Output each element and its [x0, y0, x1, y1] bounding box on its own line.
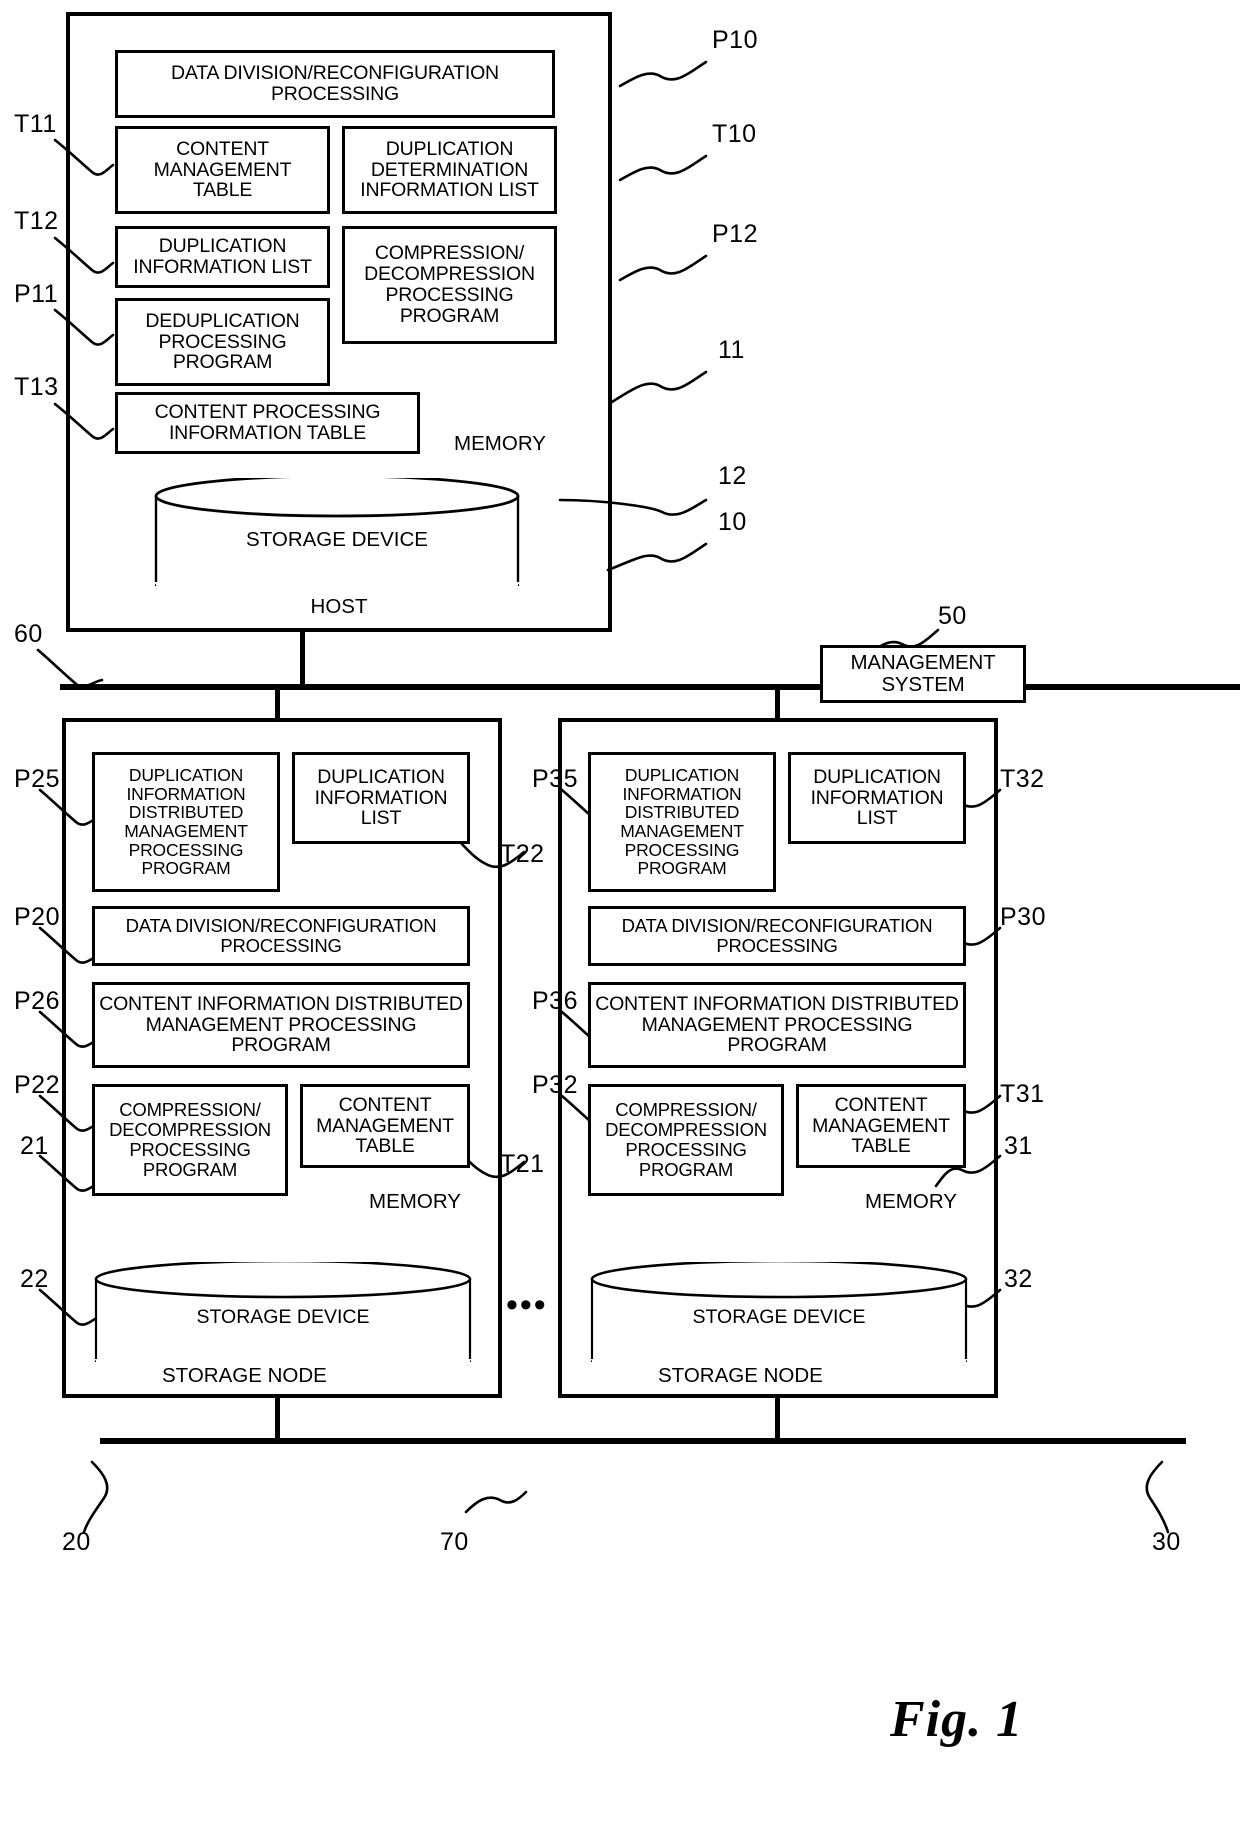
ref-left-storage-node: 20: [62, 1528, 91, 1556]
ref-upper-network: 60: [14, 620, 43, 648]
ref-T12: T12: [14, 207, 59, 235]
right-storage-device: STORAGE DEVICE: [584, 1262, 974, 1362]
right-storage-device-label: STORAGE DEVICE: [692, 1306, 866, 1328]
ref-P26: P26: [14, 987, 60, 1015]
ref-P30: P30: [1000, 903, 1046, 931]
left-block-content-info-dist-mgmt[interactable]: CONTENT INFORMATION DISTRIBUTED MANAGEME…: [92, 982, 470, 1068]
left-node-downlink: [275, 1398, 280, 1440]
right-block-data-division[interactable]: DATA DIVISION/RECONFIGURATION PROCESSING: [588, 906, 966, 966]
management-system-box[interactable]: MANAGEMENT SYSTEM: [820, 645, 1026, 703]
host-block-content-management-table[interactable]: CONTENT MANAGEMENT TABLE: [115, 126, 330, 214]
ref-left-memory: 21: [20, 1132, 49, 1160]
left-node-uplink: [275, 690, 280, 720]
ref-P20: P20: [14, 903, 60, 931]
ref-P11: P11: [14, 280, 59, 308]
ref-host-memory: 11: [718, 336, 745, 364]
left-block-compression-decompression[interactable]: COMPRESSION/ DECOMPRESSION PROCESSING PR…: [92, 1084, 288, 1196]
host-label: HOST: [310, 595, 368, 618]
right-block-content-management-table[interactable]: CONTENT MANAGEMENT TABLE: [796, 1084, 966, 1168]
right-storage-node-label: STORAGE NODE: [658, 1364, 823, 1387]
left-block-duplication-info-dist-mgmt[interactable]: DUPLICATION INFORMATION DISTRIBUTED MANA…: [92, 752, 280, 892]
ref-lower-network: 70: [440, 1528, 469, 1556]
upper-network-bus: [60, 684, 1240, 690]
ref-P25: P25: [14, 765, 60, 793]
right-block-content-info-dist-mgmt[interactable]: CONTENT INFORMATION DISTRIBUTED MANAGEME…: [588, 982, 966, 1068]
ref-P36: P36: [532, 987, 578, 1015]
ref-T11: T11: [14, 110, 57, 138]
ref-host: 10: [718, 508, 747, 536]
ref-right-storage-node: 30: [1152, 1528, 1181, 1556]
left-block-content-management-table[interactable]: CONTENT MANAGEMENT TABLE: [300, 1084, 470, 1168]
ref-P22: P22: [14, 1071, 60, 1099]
right-node-downlink: [775, 1398, 780, 1440]
host-block-deduplication-program[interactable]: DEDUPLICATION PROCESSING PROGRAM: [115, 298, 330, 386]
ref-T10: T10: [712, 120, 757, 148]
right-block-compression-decompression[interactable]: COMPRESSION/ DECOMPRESSION PROCESSING PR…: [588, 1084, 784, 1196]
ref-right-storage-device: 32: [1004, 1265, 1033, 1293]
right-block-duplication-information-list[interactable]: DUPLICATION INFORMATION LIST: [788, 752, 966, 844]
ref-P32: P32: [532, 1071, 578, 1099]
left-block-data-division[interactable]: DATA DIVISION/RECONFIGURATION PROCESSING: [92, 906, 470, 966]
left-storage-device-label: STORAGE DEVICE: [196, 1306, 370, 1328]
right-memory-label: MEMORY: [865, 1190, 957, 1213]
ref-P10: P10: [712, 26, 758, 54]
left-storage-node-label: STORAGE NODE: [162, 1364, 327, 1387]
host-block-compression-decompression-program[interactable]: COMPRESSION/ DECOMPRESSION PROCESSING PR…: [342, 226, 557, 344]
nodes-continuation-ellipsis: •••: [506, 1286, 548, 1324]
ref-T21: T21: [500, 1150, 545, 1178]
right-node-uplink: [775, 690, 780, 720]
host-memory-label: MEMORY: [454, 432, 546, 455]
ref-P35: P35: [532, 765, 578, 793]
host-block-duplication-information-list[interactable]: DUPLICATION INFORMATION LIST: [115, 226, 330, 288]
figure-caption: Fig. 1: [890, 1691, 1024, 1748]
ref-right-memory: 31: [1004, 1132, 1033, 1160]
left-block-duplication-information-list[interactable]: DUPLICATION INFORMATION LIST: [292, 752, 470, 844]
ref-left-storage-device: 22: [20, 1265, 49, 1293]
ref-T32: T32: [1000, 765, 1045, 793]
ref-management-system: 50: [938, 602, 967, 630]
ref-T22: T22: [500, 840, 545, 868]
lower-network-bus: [100, 1438, 1186, 1444]
host-block-content-processing-information-table[interactable]: CONTENT PROCESSING INFORMATION TABLE: [115, 392, 420, 454]
left-storage-device: STORAGE DEVICE: [88, 1262, 478, 1362]
ref-P12: P12: [712, 220, 758, 248]
host-block-duplication-determination-information-list[interactable]: DUPLICATION DETERMINATION INFORMATION LI…: [342, 126, 557, 214]
host-to-upper-bus-line: [300, 632, 305, 686]
ref-host-storage-device: 12: [718, 462, 747, 490]
right-block-duplication-info-dist-mgmt[interactable]: DUPLICATION INFORMATION DISTRIBUTED MANA…: [588, 752, 776, 892]
host-storage-device: STORAGE DEVICE: [148, 478, 526, 586]
ref-T13: T13: [14, 373, 59, 401]
host-storage-device-label: STORAGE DEVICE: [246, 528, 428, 551]
ref-T31: T31: [1000, 1080, 1045, 1108]
left-memory-label: MEMORY: [369, 1190, 461, 1213]
host-block-data-division[interactable]: DATA DIVISION/RECONFIGURATION PROCESSING: [115, 50, 555, 118]
